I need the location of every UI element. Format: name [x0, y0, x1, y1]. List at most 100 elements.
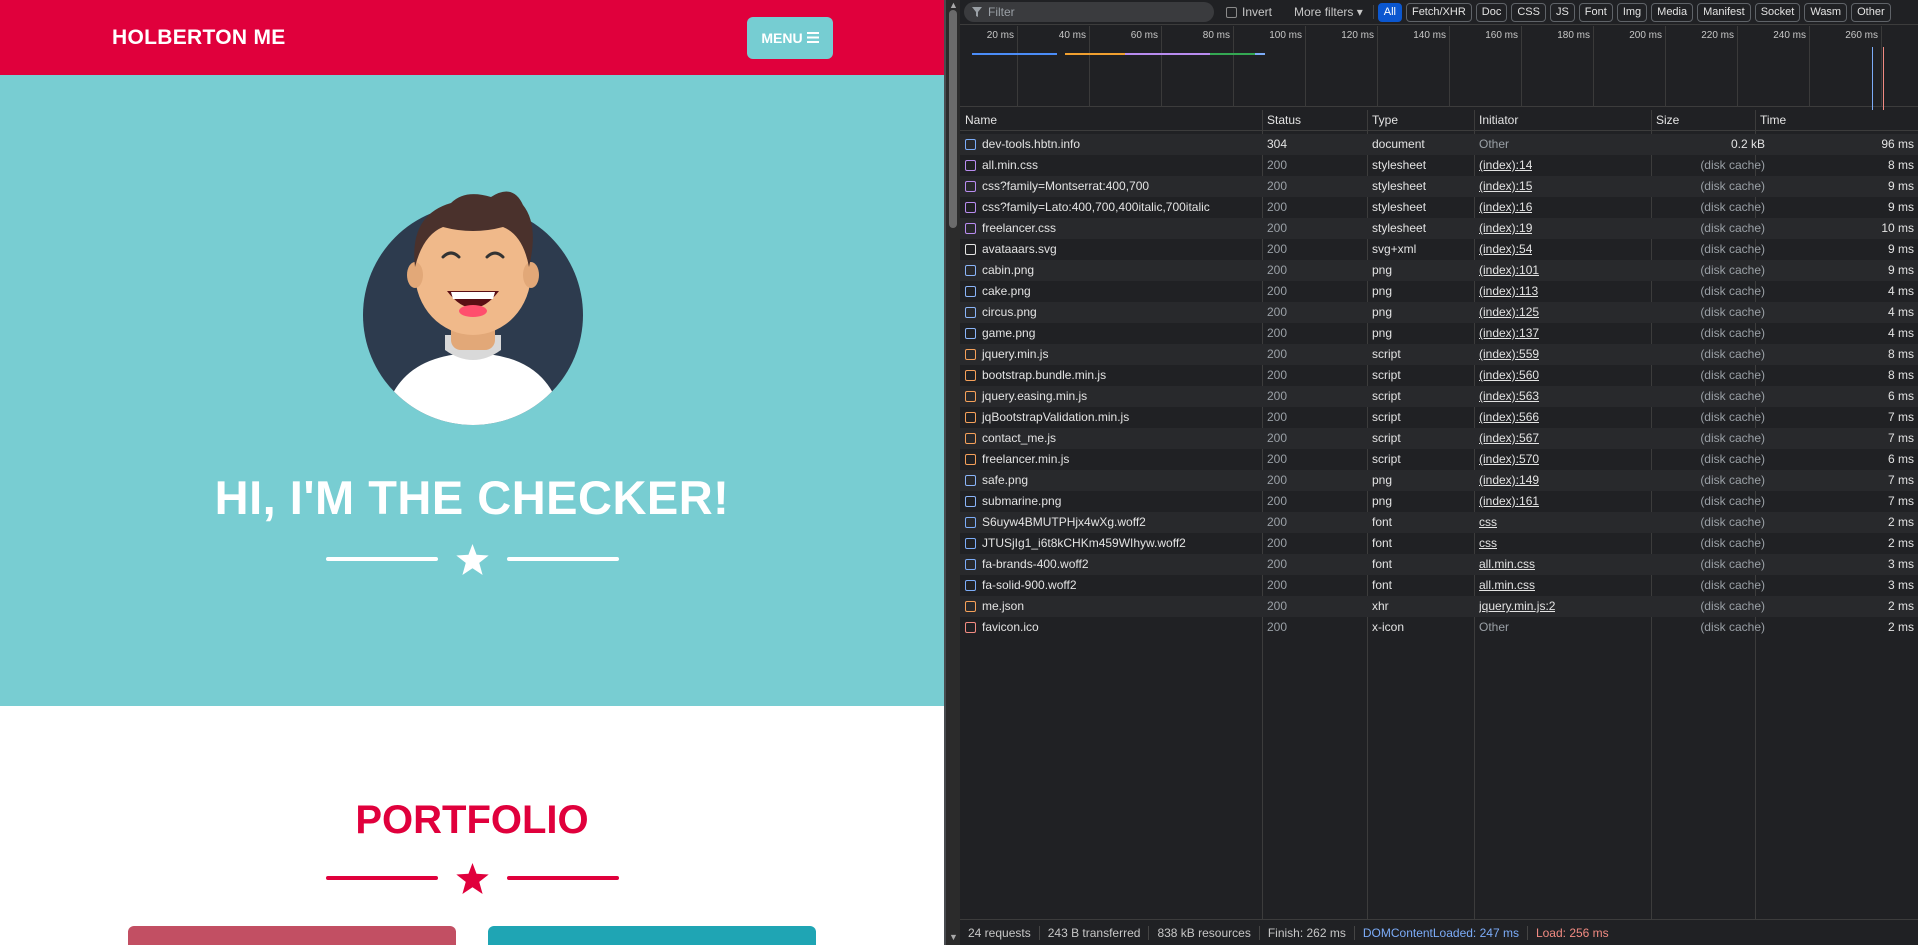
request-name[interactable]: jquery.min.js — [965, 344, 1245, 365]
request-row[interactable]: cabin.png 200 png (index):101 (disk cache) 9 … — [960, 260, 1918, 281]
filter-pill-font[interactable]: Font — [1578, 2, 1613, 22]
portfolio-card[interactable] — [488, 926, 816, 945]
request-name[interactable]: dev-tools.hbtn.info — [965, 134, 1245, 155]
request-row[interactable]: JTUSjIg1_i6t8kCHKm459WIhyw.woff2 200 font c… — [960, 533, 1918, 554]
request-row[interactable]: safe.png 200 png (index):149 (disk cache) 7 m… — [960, 470, 1918, 491]
request-row[interactable]: freelancer.min.js 200 script (index):570 (di… — [960, 449, 1918, 470]
filter-pill-media[interactable]: Media — [1651, 2, 1694, 22]
request-row[interactable]: fa-solid-900.woff2 200 font all.min.css (dis… — [960, 575, 1918, 596]
request-row[interactable]: S6uyw4BMUTPHjx4wXg.woff2 200 font css (disk … — [960, 512, 1918, 533]
filter-pill-fetch-xhr[interactable]: Fetch/XHR — [1405, 2, 1472, 22]
request-initiator-link[interactable]: (index):566 — [1479, 407, 1539, 428]
request-initiator-link[interactable]: (index):559 — [1479, 344, 1539, 365]
request-initiator-link[interactable]: css — [1479, 533, 1497, 554]
request-row[interactable]: bootstrap.bundle.min.js 200 script (index):… — [960, 365, 1918, 386]
scroll-down-icon[interactable]: ▼ — [949, 932, 958, 942]
more-filters-dropdown[interactable]: More filters ▾ — [1284, 5, 1374, 19]
request-row[interactable]: cake.png 200 png (index):113 (disk cache) 4 m… — [960, 281, 1918, 302]
checkbox-box[interactable] — [1226, 6, 1237, 18]
request-row[interactable]: submarine.png 200 png (index):161 (disk cach… — [960, 491, 1918, 512]
request-name[interactable]: freelancer.min.js — [965, 449, 1245, 470]
request-initiator-link[interactable]: jquery.min.js:2 — [1479, 596, 1555, 617]
request-initiator-link[interactable]: (index):137 — [1479, 323, 1539, 344]
request-name[interactable]: avataaars.svg — [965, 239, 1245, 260]
request-name[interactable]: submarine.png — [965, 491, 1245, 512]
request-name[interactable]: favicon.ico — [965, 617, 1245, 638]
scroll-up-icon[interactable]: ▲ — [949, 0, 958, 10]
request-row[interactable]: css?family=Montserrat:400,700 200 styleshe… — [960, 176, 1918, 197]
filter-pill-other[interactable]: Other — [1851, 2, 1891, 22]
request-row[interactable]: freelancer.css 200 stylesheet (index):19 (di… — [960, 218, 1918, 239]
request-row[interactable]: avataaars.svg 200 svg+xml (index):54 (disk c… — [960, 239, 1918, 260]
request-name[interactable]: circus.png — [965, 302, 1245, 323]
request-row[interactable]: dev-tools.hbtn.info 304 document Other 0.2 k… — [960, 134, 1918, 155]
request-initiator-link[interactable]: (index):15 — [1479, 176, 1532, 197]
network-overview-timeline[interactable]: 20 ms 40 ms 60 ms 80 ms 100 ms 120 ms 140 ms 16… — [960, 26, 1918, 125]
request-name[interactable]: JTUSjIg1_i6t8kCHKm459WIhyw.woff2 — [965, 533, 1245, 554]
column-time-header[interactable]: Time — [1755, 110, 1786, 131]
request-name[interactable]: S6uyw4BMUTPHjx4wXg.woff2 — [965, 512, 1245, 533]
request-row[interactable]: contact_me.js 200 script (index):567 (disk c… — [960, 428, 1918, 449]
request-initiator-link[interactable]: (index):125 — [1479, 302, 1539, 323]
request-row[interactable]: jquery.min.js 200 script (index):559 (disk c… — [960, 344, 1918, 365]
request-initiator-link[interactable]: (index):101 — [1479, 260, 1539, 281]
request-initiator-link[interactable]: css — [1479, 512, 1497, 533]
request-name[interactable]: all.min.css — [965, 155, 1245, 176]
request-initiator-link[interactable]: (index):54 — [1479, 239, 1532, 260]
request-name[interactable]: contact_me.js — [965, 428, 1245, 449]
request-name[interactable]: freelancer.css — [965, 218, 1245, 239]
column-initiator-header[interactable]: Initiator — [1474, 110, 1518, 131]
filter-pill-all[interactable]: All — [1377, 2, 1402, 22]
request-row[interactable]: jqBootstrapValidation.min.js 200 script (in… — [960, 407, 1918, 428]
request-row[interactable]: circus.png 200 png (index):125 (disk cache) 4… — [960, 302, 1918, 323]
vertical-scrollbar[interactable]: ▲ ▼ — [946, 0, 960, 945]
scrollbar-thumb[interactable] — [949, 10, 957, 228]
request-initiator-link[interactable]: (index):19 — [1479, 218, 1532, 239]
request-initiator-link[interactable]: (index):161 — [1479, 491, 1539, 512]
column-size-header[interactable]: Size — [1651, 110, 1679, 131]
request-initiator-link[interactable]: (index):14 — [1479, 155, 1532, 176]
request-name[interactable]: cake.png — [965, 281, 1245, 302]
request-row[interactable]: fa-brands-400.woff2 200 font all.min.css (di… — [960, 554, 1918, 575]
request-name[interactable]: safe.png — [965, 470, 1245, 491]
filter-pill-manifest[interactable]: Manifest — [1697, 2, 1751, 22]
filter-pill-img[interactable]: Img — [1616, 2, 1648, 22]
request-name[interactable]: css?family=Lato:400,700,400italic,700ita… — [965, 197, 1245, 218]
request-name[interactable]: me.json — [965, 596, 1245, 617]
request-row[interactable]: favicon.ico 200 x-icon Other (disk cache) 2 m… — [960, 617, 1918, 638]
column-status-header[interactable]: Status — [1262, 110, 1301, 131]
request-name[interactable]: game.png — [965, 323, 1245, 344]
request-row[interactable]: me.json 200 xhr jquery.min.js:2 (disk cache)… — [960, 596, 1918, 617]
filter-pill-doc[interactable]: Doc — [1475, 2, 1508, 22]
request-name[interactable]: jquery.easing.min.js — [965, 386, 1245, 407]
request-initiator-link[interactable]: (index):563 — [1479, 386, 1539, 407]
request-initiator-link[interactable]: (index):570 — [1479, 449, 1539, 470]
request-name[interactable]: bootstrap.bundle.min.js — [965, 365, 1245, 386]
request-row[interactable]: css?family=Lato:400,700,400italic,700ita… — [960, 197, 1918, 218]
request-initiator-link[interactable]: (index):149 — [1479, 470, 1539, 491]
filter-input[interactable]: Filter — [964, 2, 1214, 22]
request-initiator-link[interactable]: all.min.css — [1479, 554, 1535, 575]
request-initiator-link[interactable]: (index):560 — [1479, 365, 1539, 386]
request-initiator-link[interactable]: (index):16 — [1479, 197, 1532, 218]
request-name[interactable]: cabin.png — [965, 260, 1245, 281]
request-name[interactable]: fa-brands-400.woff2 — [965, 554, 1245, 575]
filter-pill-socket[interactable]: Socket — [1754, 2, 1801, 22]
request-row[interactable]: game.png 200 png (index):137 (disk cache) 4 m… — [960, 323, 1918, 344]
request-name[interactable]: fa-solid-900.woff2 — [965, 575, 1245, 596]
request-initiator-link[interactable]: (index):567 — [1479, 428, 1539, 449]
column-type-header[interactable]: Type — [1367, 110, 1398, 131]
filter-pill-js[interactable]: JS — [1549, 2, 1575, 22]
column-name-header[interactable]: Name — [960, 110, 997, 131]
filter-pill-css[interactable]: CSS — [1511, 2, 1546, 22]
request-row[interactable]: jquery.easing.min.js 200 script (index):563… — [960, 386, 1918, 407]
invert-checkbox[interactable]: Invert — [1218, 5, 1280, 19]
menu-button[interactable]: MENU — [747, 16, 833, 59]
portfolio-card[interactable] — [128, 926, 456, 945]
request-row[interactable]: all.min.css 200 stylesheet (index):14 (disk … — [960, 155, 1918, 176]
request-name[interactable]: css?family=Montserrat:400,700 — [965, 176, 1245, 197]
request-initiator-link[interactable]: (index):113 — [1479, 281, 1538, 302]
site-brand-link[interactable]: HOLBERTON ME — [112, 26, 286, 50]
filter-pill-wasm[interactable]: Wasm — [1804, 2, 1848, 22]
request-name[interactable]: jqBootstrapValidation.min.js — [965, 407, 1245, 428]
